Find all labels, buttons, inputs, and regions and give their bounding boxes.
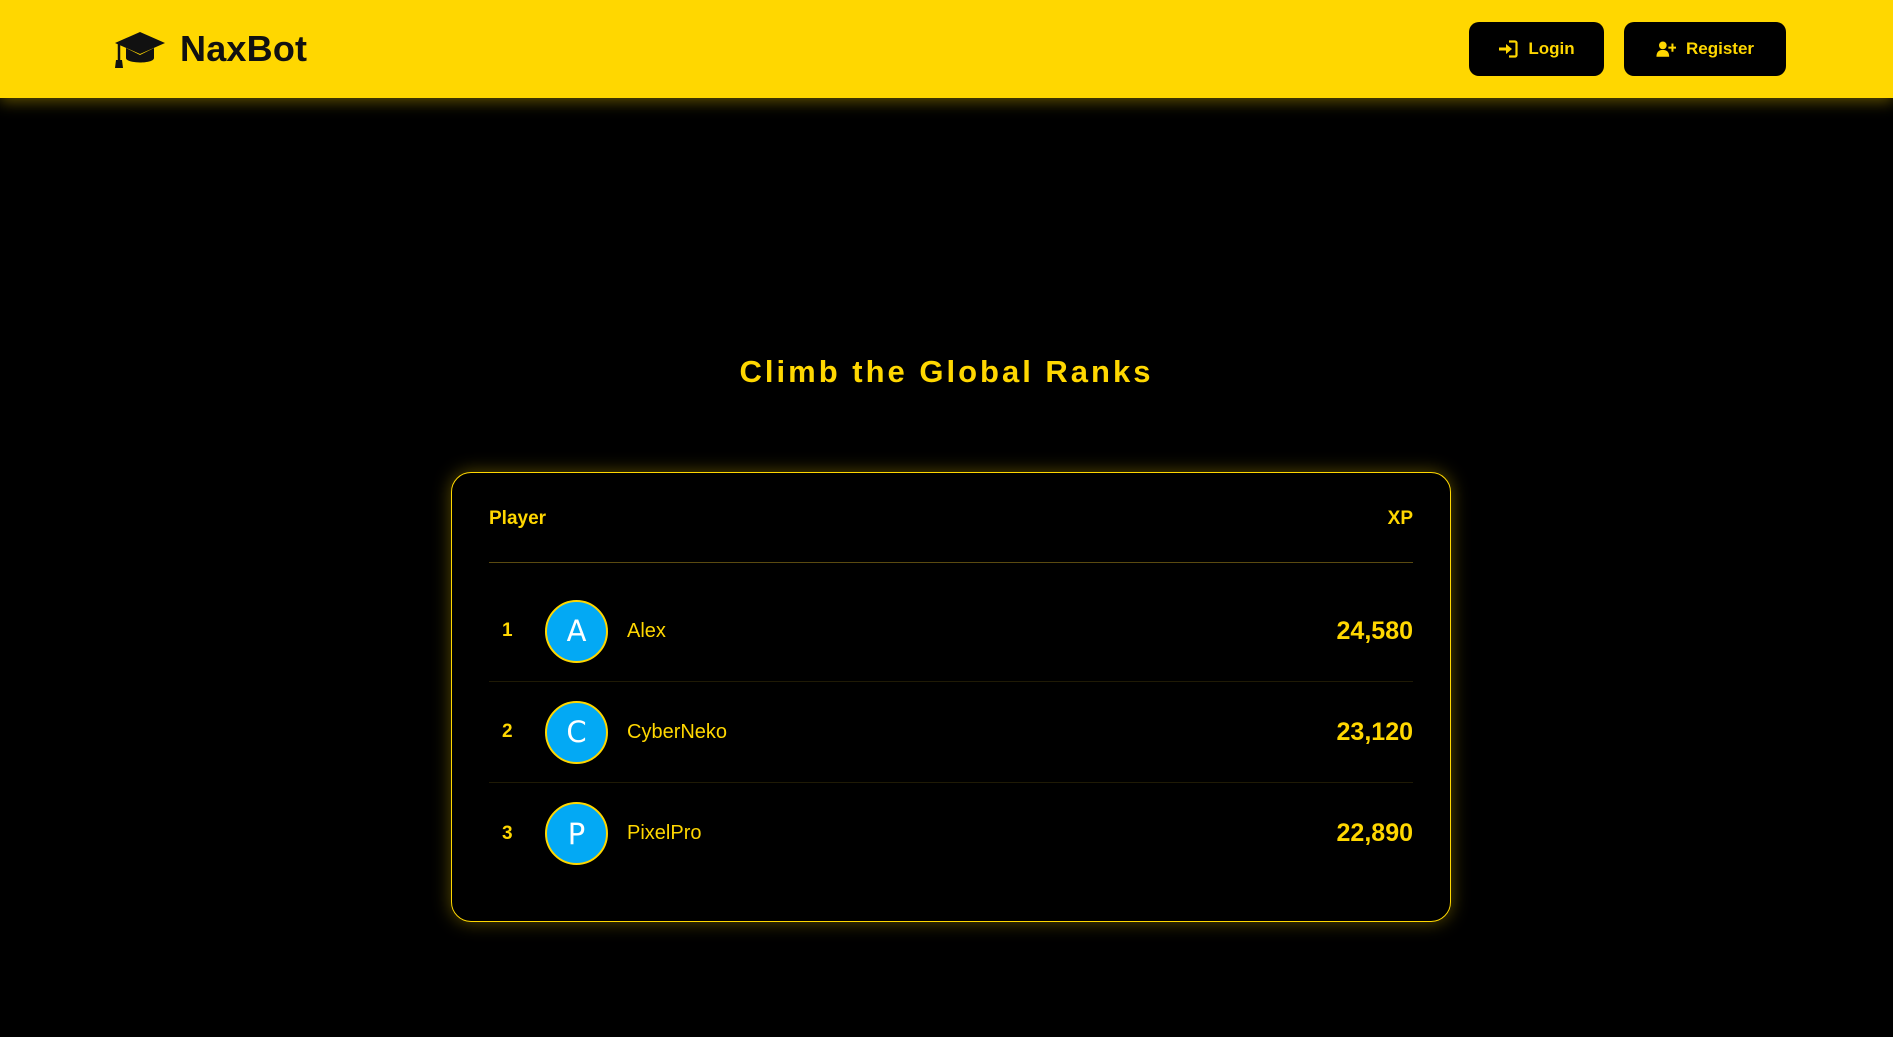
player-name: Alex bbox=[627, 619, 666, 642]
register-button[interactable]: Register bbox=[1624, 22, 1786, 76]
leaderboard-card: Player XP 1 A Alex 24,580 2 C CyberNeko … bbox=[451, 472, 1451, 922]
leaderboard-row[interactable]: 1 A Alex 24,580 bbox=[489, 581, 1413, 682]
rank-number: 3 bbox=[502, 822, 513, 844]
brand-logo[interactable]: NaxBot bbox=[114, 26, 307, 72]
register-label: Register bbox=[1685, 39, 1755, 58]
user-plus-icon bbox=[1656, 41, 1676, 57]
leaderboard-row[interactable]: 2 C CyberNeko 23,120 bbox=[489, 682, 1413, 783]
graduation-cap-icon bbox=[115, 32, 165, 68]
player-name: PixelPro bbox=[627, 822, 702, 844]
avatar: P bbox=[545, 802, 608, 865]
xp-value: 23,120 bbox=[1336, 717, 1413, 746]
page-heading: Climb the Global Ranks bbox=[739, 354, 1154, 389]
column-header-player: Player bbox=[489, 508, 547, 529]
xp-value: 22,890 bbox=[1336, 819, 1413, 847]
rank-number: 1 bbox=[502, 620, 513, 641]
top-navbar: NaxBot Login Register bbox=[0, 0, 1893, 98]
login-button[interactable]: Login bbox=[1469, 22, 1604, 76]
leaderboard-rows: 1 A Alex 24,580 2 C CyberNeko 23,120 3 P… bbox=[489, 563, 1413, 884]
login-label: Login bbox=[1528, 39, 1575, 58]
column-header-xp: XP bbox=[1387, 508, 1413, 529]
xp-value: 24,580 bbox=[1336, 616, 1413, 645]
avatar: A bbox=[545, 599, 608, 663]
sign-in-icon bbox=[1499, 40, 1518, 58]
leaderboard-row[interactable]: 3 P PixelPro 22,890 bbox=[489, 783, 1413, 884]
rank-number: 2 bbox=[502, 721, 513, 742]
leaderboard-header: Player XP bbox=[489, 473, 1413, 563]
brand-name: NaxBot bbox=[180, 28, 308, 69]
player-name: CyberNeko bbox=[627, 720, 728, 743]
avatar: C bbox=[545, 700, 608, 764]
